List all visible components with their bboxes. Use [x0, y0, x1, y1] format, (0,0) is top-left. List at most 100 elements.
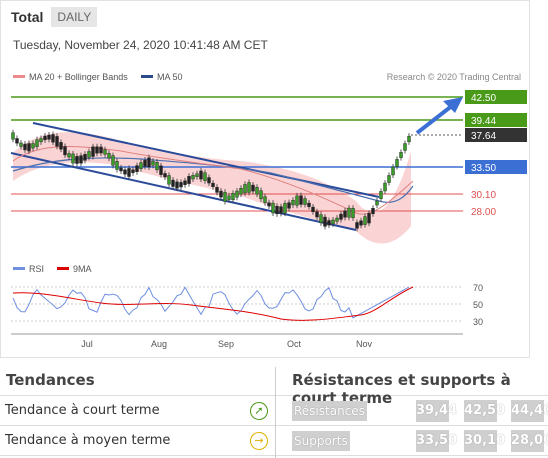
candle-body — [271, 202, 275, 214]
price-label-3: 37.64 — [471, 131, 496, 142]
candle-body — [359, 220, 363, 226]
candle-body — [31, 143, 35, 149]
candle-body — [255, 187, 259, 195]
candle-body — [59, 142, 63, 150]
candle-body — [167, 175, 171, 185]
candle-body — [39, 138, 43, 143]
support-value-1: 33,50 — [416, 430, 457, 452]
candle-body — [27, 143, 31, 152]
candle-body — [99, 146, 103, 154]
price-label-1: 42.50 — [471, 93, 496, 104]
candle-body — [303, 198, 307, 205]
candle-body — [391, 166, 395, 176]
candle-body — [399, 152, 403, 158]
candle-body — [311, 206, 315, 212]
candle-body — [395, 159, 399, 167]
trend-label-medium: Tendance à moyen terme — [5, 433, 171, 448]
supports-tag: Supports — [292, 431, 350, 451]
candle-body — [371, 208, 375, 214]
table-row: Tendance à moyen terme → Supports 33,50 … — [0, 427, 548, 456]
candle-body — [319, 214, 323, 224]
trend-table: Tendances Résistances et supports à cour… — [0, 367, 548, 458]
candle-body — [231, 193, 235, 201]
candle-body — [91, 146, 95, 157]
forecast-arrow-line — [415, 103, 455, 135]
candle-body — [183, 180, 187, 185]
ma9-legend-swatch — [57, 267, 69, 270]
candle-body — [219, 190, 223, 198]
candle-body — [279, 206, 283, 214]
table-header-trends: Tendances — [6, 371, 95, 389]
month-oct: Oct — [287, 339, 302, 349]
chart-credit: Research © 2020 Trading Central — [387, 72, 521, 82]
candle-body — [243, 184, 247, 194]
month-nov: Nov — [356, 339, 373, 349]
candle-body — [315, 211, 319, 218]
candle-body — [239, 188, 243, 195]
candle-body — [355, 222, 359, 229]
rsi-legend-swatch — [13, 267, 25, 270]
candle-body — [403, 143, 407, 151]
price-label-6: 28.00 — [471, 207, 496, 218]
month-sep: Sep — [218, 339, 234, 349]
candle-body — [23, 143, 27, 151]
price-label-2: 39.44 — [471, 116, 496, 127]
candle-body — [199, 170, 203, 180]
rsi-tick-70: 70 — [473, 283, 483, 293]
candle-body — [115, 161, 119, 170]
candle-body — [343, 210, 347, 218]
candle-body — [259, 190, 263, 200]
resistance-value-1: 39,44 — [416, 400, 457, 422]
price-label-4: 33.50 — [471, 163, 496, 174]
candle-body — [323, 216, 327, 227]
candle-body — [295, 195, 299, 206]
candle-body — [287, 202, 291, 209]
candle-body — [347, 207, 351, 218]
price-chart: MA 20 + Bollinger Bands MA 50 Research ©… — [10, 72, 527, 349]
candle-body — [171, 179, 175, 187]
candle-body — [379, 191, 383, 199]
rsi-tick-50: 50 — [473, 300, 483, 310]
candle-body — [119, 167, 123, 172]
month-aug: Aug — [151, 339, 167, 349]
resistance-value-2: 42,50 — [464, 400, 505, 422]
candle-body — [95, 146, 99, 154]
candle-body — [83, 154, 87, 161]
trend-label-short: Tendance à court terme — [5, 403, 160, 418]
month-jul: Jul — [81, 339, 93, 349]
resistance-value-3: 44,40 — [511, 400, 548, 422]
candle-body — [187, 176, 191, 184]
candle-body — [175, 181, 179, 189]
candle-body — [143, 159, 147, 167]
candle-body — [163, 173, 167, 178]
candle-body — [267, 202, 271, 207]
candle-body — [147, 157, 151, 168]
ma50-legend: MA 50 — [157, 72, 183, 82]
candle-body — [291, 200, 295, 206]
candle-body — [327, 220, 331, 226]
resistances-tag: Résistances — [292, 401, 367, 421]
candle-body — [191, 175, 195, 180]
candle-body — [51, 134, 55, 143]
candle-body — [151, 160, 155, 166]
candle-body — [139, 162, 143, 169]
candle-body — [19, 142, 23, 147]
rsi-tick-30: 30 — [473, 317, 483, 327]
candle-body — [87, 151, 91, 158]
arrow-right-icon: → — [250, 432, 268, 450]
candle-body — [155, 161, 159, 171]
candle-body — [375, 200, 379, 206]
candle-body — [111, 155, 115, 166]
candle-body — [195, 173, 199, 177]
candle-body — [263, 196, 267, 203]
candle-body — [331, 219, 335, 225]
candle-body — [55, 136, 59, 147]
candle-body — [223, 191, 227, 202]
table-row: Tendance à court terme ➚ Résistances 39,… — [0, 397, 548, 426]
candle-body — [43, 135, 47, 141]
candle-body — [335, 217, 339, 222]
candle-body — [71, 153, 75, 164]
rsi-legend: RSI — [29, 264, 44, 274]
candle-body — [383, 182, 387, 192]
candle-body — [35, 139, 39, 147]
